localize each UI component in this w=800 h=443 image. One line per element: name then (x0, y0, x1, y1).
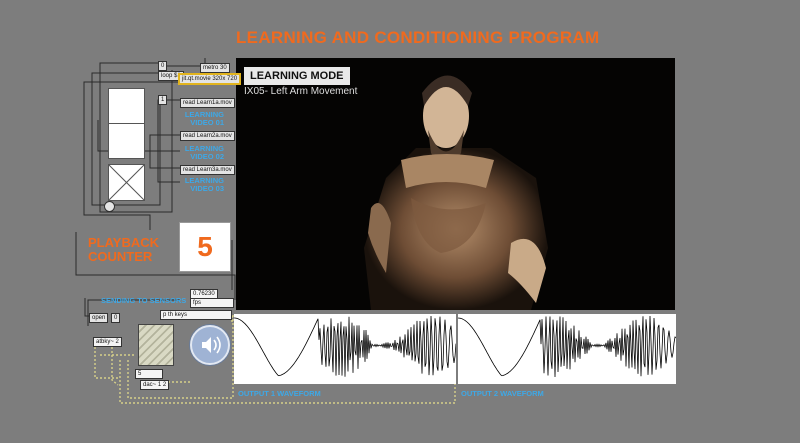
read-learn1[interactable]: read Learn1a.mov (180, 98, 235, 108)
video-player[interactable]: LEARNING MODE IX05- Left Arm Movement (236, 58, 675, 310)
output-1-waveform (234, 314, 456, 384)
waveform-trace (458, 315, 676, 378)
msg-one[interactable]: 1 (158, 95, 168, 105)
output-2-label: OUTPUT 2 WAVEFORM (461, 389, 544, 398)
learning-video-thumb-1[interactable] (108, 88, 145, 124)
output-2-waveform (458, 314, 676, 384)
msg-jit-movie[interactable]: jit.qt.movie 320x 720 (178, 73, 242, 85)
learning-video-label-2: LEARNING VIDEO 02 (184, 144, 224, 161)
learning-video-thumb-2[interactable] (108, 123, 145, 159)
gain-slider[interactable] (138, 324, 174, 366)
sending-to-sensors-label: SENDING TO SENSORS (101, 296, 187, 305)
read-learn2[interactable]: read Learn2a.mov (180, 131, 235, 141)
msg-abs[interactable]: atbky~ 2 (93, 337, 122, 347)
msg-dac[interactable]: dac~ 1 2 (140, 380, 170, 390)
msg-zero[interactable]: 0 (158, 61, 168, 71)
waveform-1-plot (234, 315, 456, 377)
playback-counter-value: 5 (179, 222, 231, 272)
waveform-trace (234, 315, 456, 377)
movement-subtitle: IX05- Left Arm Movement (244, 86, 358, 97)
empty-thumb-icon (108, 164, 145, 201)
read-learn3[interactable]: read Learn3a.mov (180, 165, 235, 175)
number-box-5[interactable]: 5 (135, 369, 163, 379)
learning-mode-badge: LEARNING MODE (244, 67, 350, 85)
open-button[interactable]: open (89, 313, 109, 323)
msg-zero-2[interactable]: 0 (111, 313, 121, 323)
waveform-2-plot (458, 315, 676, 378)
toggle-icon[interactable] (104, 201, 115, 212)
learning-video-label-1: LEARNING VIDEO 01 (184, 110, 224, 127)
msg-metro[interactable]: metro 30 (200, 63, 230, 73)
learning-video-thumb-3[interactable] (108, 164, 145, 201)
speaker-icon (202, 336, 221, 354)
msg-keys[interactable]: p th keys (160, 310, 232, 320)
output-1-label: OUTPUT 1 WAVEFORM (238, 389, 321, 398)
playback-counter-label: PLAYBACK COUNTER (88, 235, 160, 264)
learning-video-label-3: LEARNING VIDEO 03 (184, 176, 224, 193)
speaker-button[interactable] (190, 325, 230, 365)
msg-fps[interactable]: fps (190, 298, 234, 308)
